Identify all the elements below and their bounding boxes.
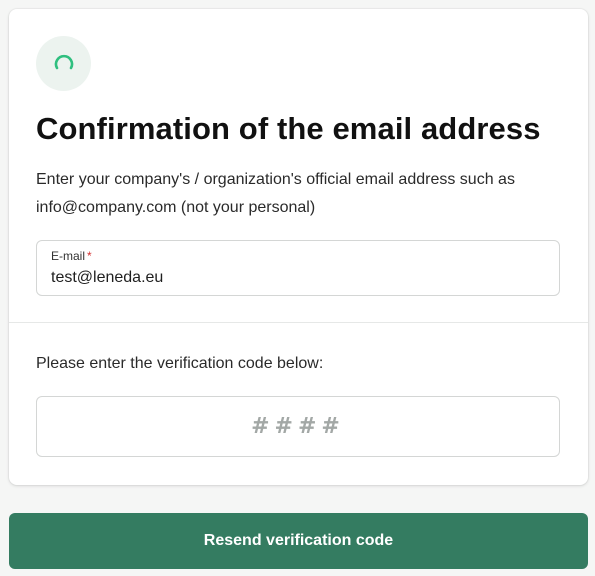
status-icon-badge [36, 36, 91, 91]
verification-prompt: Please enter the verification code below… [36, 355, 324, 372]
page-title: Confirmation of the email address [36, 111, 541, 146]
loading-spinner-icon [54, 54, 73, 69]
section-divider [9, 322, 588, 323]
description-text: Enter your company's / organization's of… [36, 171, 515, 216]
email-label: E-mail * [51, 249, 545, 263]
email-label-text: E-mail [51, 249, 86, 263]
verification-code-input[interactable] [36, 396, 560, 457]
email-field[interactable]: E-mail * test@leneda.eu [36, 240, 560, 296]
email-value: test@leneda.eu [51, 269, 164, 286]
confirmation-card: Confirmation of the email address Enter … [9, 9, 588, 485]
resend-code-button[interactable]: Resend verification code [9, 513, 588, 569]
required-marker: * [87, 249, 92, 263]
